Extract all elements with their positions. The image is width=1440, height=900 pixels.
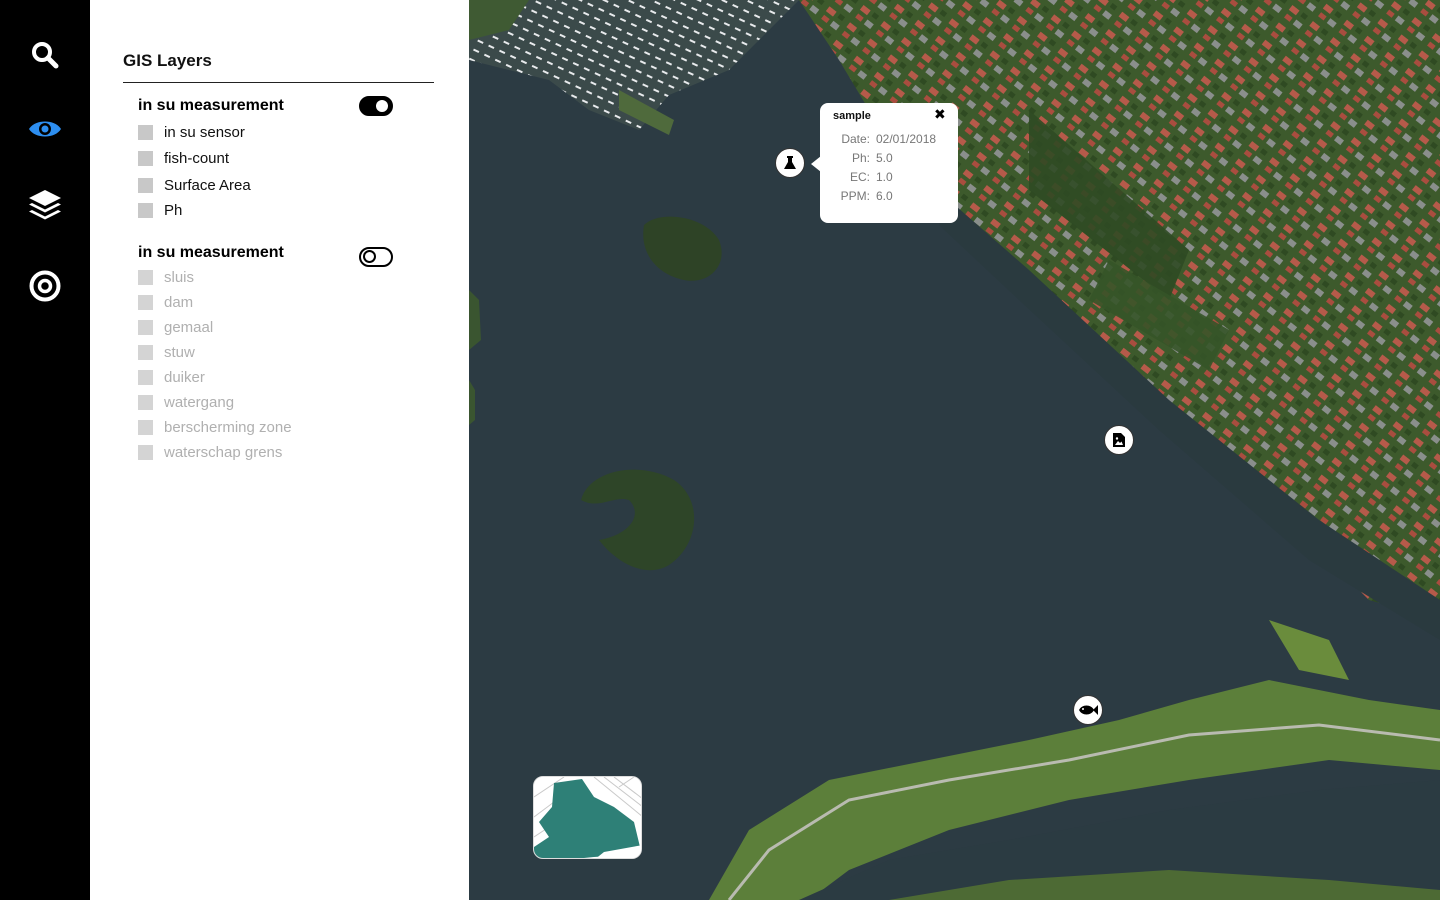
popup-field-value: 6.0 (876, 189, 893, 203)
layer-item[interactable]: in su sensor (138, 124, 245, 141)
popup-field-value: 02/01/2018 (876, 132, 937, 146)
layer-checkbox[interactable] (138, 270, 153, 285)
popup-field-label: Date: (841, 132, 870, 146)
layer-checkbox[interactable] (138, 420, 153, 435)
toggle-knob (363, 250, 376, 263)
popup-title: sample (833, 110, 871, 122)
view-button[interactable] (20, 104, 70, 154)
panel-title: GIS Layers (123, 51, 212, 70)
layer-label: Surface Area (164, 177, 251, 194)
layer-item[interactable]: Ph (138, 202, 182, 219)
layer-label: dam (164, 294, 194, 311)
popup-field-label: Ph: (851, 151, 870, 165)
target-button[interactable] (20, 261, 70, 311)
layer-label: berscherming zone (164, 419, 292, 436)
layer-label: watergang (164, 394, 235, 411)
document-image-icon (1113, 433, 1125, 447)
layer-label: sluis (164, 269, 195, 286)
minimap[interactable] (533, 776, 642, 859)
layer-group-title: in su measurement (138, 244, 284, 261)
layer-label: fish-count (164, 150, 230, 167)
flask-icon (784, 156, 796, 169)
layer-group-toggle[interactable] (359, 96, 393, 116)
layer-label: waterschap grens (164, 444, 283, 461)
sample-marker[interactable] (775, 148, 805, 178)
layer-group-toggle[interactable] (359, 247, 393, 267)
popup-field-label: EC: (849, 170, 870, 184)
map-view[interactable]: sample ✖ Date: 02/01/2018 Ph: 5.0 EC: 1.… (469, 0, 1440, 900)
layer-checkbox[interactable] (138, 151, 153, 166)
layer-item[interactable]: duiker (138, 369, 205, 386)
layer-checkbox[interactable] (138, 203, 153, 218)
layer-group-title: in su measurement (138, 97, 284, 114)
popup-field-value: 1.0 (876, 170, 893, 184)
eye-icon (29, 121, 61, 137)
layer-label: gemaal (164, 319, 214, 336)
minimap-graphic (534, 777, 641, 858)
layer-item[interactable]: Surface Area (138, 177, 251, 194)
layer-checkbox[interactable] (138, 395, 153, 410)
toggle-knob (376, 100, 388, 112)
layer-checkbox[interactable] (138, 178, 153, 193)
layer-item[interactable]: berscherming zone (138, 419, 292, 436)
search-button[interactable] (20, 30, 70, 80)
layer-checkbox[interactable] (138, 370, 153, 385)
close-icon[interactable]: ✖ (934, 106, 946, 123)
app-root: GIS Layers in su measurement in su senso… (0, 0, 1440, 900)
layer-item[interactable]: gemaal (138, 319, 213, 336)
layer-checkbox[interactable] (138, 295, 153, 310)
layer-item[interactable]: sluis (138, 269, 194, 286)
layer-checkbox[interactable] (138, 320, 153, 335)
target-icon (29, 270, 61, 302)
layer-checkbox[interactable] (138, 445, 153, 460)
report-marker[interactable] (1104, 425, 1134, 455)
layers-panel: GIS Layers in su measurement in su senso… (90, 0, 469, 900)
popup-field-value: 5.0 (876, 151, 893, 165)
layers-button[interactable] (20, 180, 70, 230)
search-icon (32, 42, 59, 69)
layer-item[interactable]: stuw (138, 344, 195, 361)
popup-field-label: PPM: (840, 189, 870, 203)
layer-item[interactable]: watergang (138, 394, 234, 411)
divider (123, 82, 434, 83)
layer-label: Ph (164, 202, 183, 219)
layer-item[interactable]: dam (138, 294, 193, 311)
sample-popup: sample ✖ Date: 02/01/2018 Ph: 5.0 EC: 1.… (811, 103, 958, 223)
layers-icon (29, 190, 61, 220)
fish-icon (1079, 705, 1098, 715)
layer-label: in su sensor (164, 124, 245, 141)
layer-checkbox[interactable] (138, 345, 153, 360)
layer-label: stuw (164, 344, 195, 361)
layer-label: duiker (164, 369, 205, 386)
fish-marker[interactable] (1073, 695, 1103, 725)
layer-item[interactable]: waterschap grens (138, 444, 282, 461)
layer-item[interactable]: fish-count (138, 150, 229, 167)
layer-checkbox[interactable] (138, 125, 153, 140)
icon-rail (0, 0, 90, 900)
